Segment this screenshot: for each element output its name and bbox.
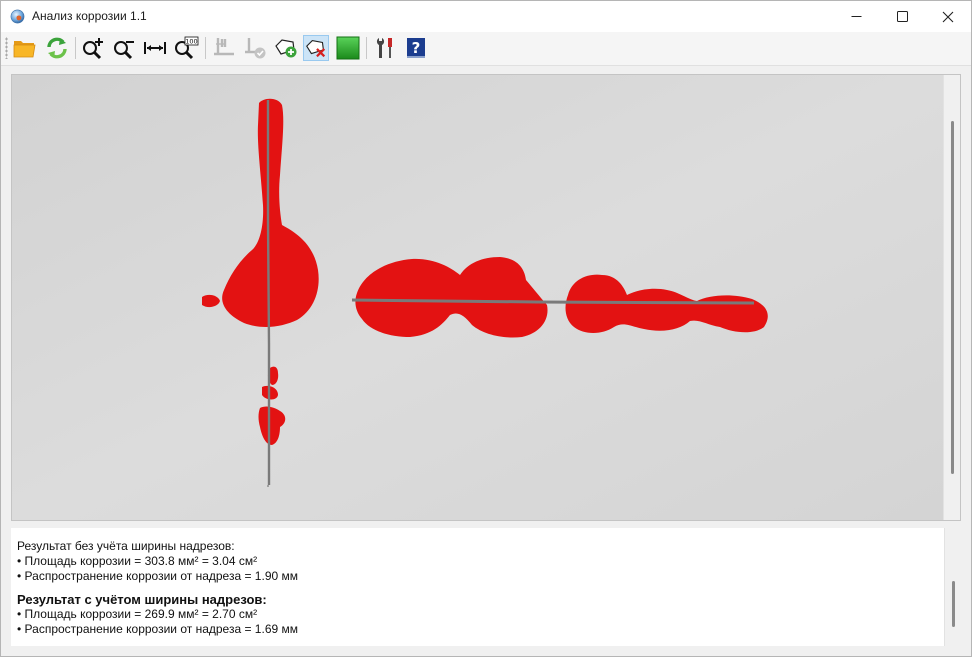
open-folder-icon [13,41,36,58]
fit-width-button[interactable] [142,35,168,61]
scratch-ruler-icon [214,38,234,56]
title-bar[interactable]: Анализ коррозии 1.1 [1,1,971,32]
results-scroll-thumb[interactable] [952,581,955,627]
scratch-ruler-check-button[interactable] [242,35,268,61]
toolbar-grip[interactable] [5,37,8,59]
tools-settings-button[interactable] [372,35,398,61]
scratch-ruler-button[interactable] [211,35,237,61]
minimize-button[interactable] [833,1,879,32]
results-vertical-scrollbar[interactable] [944,528,961,646]
app-window: Анализ коррозии 1.1 100 ? Результат без … [0,0,972,657]
zoom-in-icon [83,38,103,60]
refresh-button[interactable] [44,35,70,61]
toolbar-separator [75,37,76,59]
zoom-out-icon [114,41,134,60]
delete-polygon-button[interactable] [303,35,329,61]
zoom-in-button[interactable] [80,35,106,61]
add-polygon-icon [275,39,297,58]
zoom-out-button[interactable] [111,35,137,61]
delete-polygon-icon [306,40,326,58]
add-polygon-button[interactable] [273,35,299,61]
toolbar-separator [366,37,367,59]
minimize-icon [851,16,861,17]
fit-width-icon [144,42,166,54]
help-icon: ? [407,38,425,58]
help-button[interactable]: ? [403,35,429,61]
maximize-icon [896,11,908,22]
result-with-width-area: • Площадь коррозии = 269.9 мм² = 2.70 см… [17,607,258,621]
window-title: Анализ коррозии 1.1 [32,9,147,23]
image-scroll-thumb[interactable] [951,121,954,474]
result-without-width-title: Результат без учёта ширины надрезов: [17,539,235,553]
open-button[interactable] [12,35,38,61]
maximize-button[interactable] [879,1,925,32]
help-label: ? [412,39,421,57]
refresh-icon [47,37,67,59]
result-with-width-title: Результат с учётом ширины надрезов: [17,592,267,607]
app-logo-icon [10,9,25,24]
result-without-width-spread: • Распространение коррозии от надреза = … [17,569,298,583]
toolbar-separator [205,37,206,59]
color-select-icon [336,36,360,60]
corrosion-sample-image[interactable] [12,75,943,520]
image-vertical-scrollbar[interactable] [943,75,960,520]
tools-settings-icon [376,38,392,58]
zoom-100-icon: 100 [175,36,199,60]
toolbar: 100 ? [1,32,971,66]
color-select-button[interactable] [335,35,361,61]
scratch-ruler-check-icon [245,38,266,59]
image-viewport[interactable] [11,74,961,521]
close-button[interactable] [925,1,971,32]
zoom-100-label: 100 [185,38,197,46]
result-with-width-spread: • Распространение коррозии от надреза = … [17,622,298,636]
zoom-100-button[interactable]: 100 [173,35,199,61]
results-panel: Результат без учёта ширины надрезов: • П… [11,528,961,646]
result-without-width-area: • Площадь коррозии = 303.8 мм² = 3.04 см… [17,554,258,568]
close-icon [942,11,954,22]
